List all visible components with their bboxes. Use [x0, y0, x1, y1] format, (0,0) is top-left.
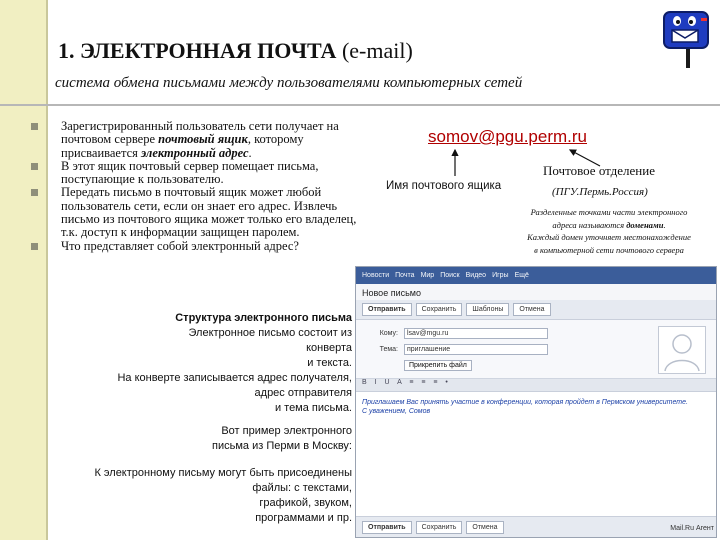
- structure-heading: Структура электронного письма: [175, 312, 352, 324]
- cancel-button[interactable]: Отмена: [513, 303, 551, 316]
- subject-row: Тема: приглашение: [364, 344, 548, 355]
- mailbox-name-label: Имя почтового ящика: [386, 180, 502, 192]
- body-line: С уважением, Сомов: [362, 408, 431, 415]
- title-divider: [0, 104, 720, 106]
- bullet-square: [31, 162, 38, 170]
- caption-line: адрес отправителя: [254, 387, 352, 399]
- save-button[interactable]: Сохранить: [415, 303, 463, 316]
- bullet-text: .: [248, 145, 252, 160]
- bullet-square: [31, 123, 38, 130]
- nav-link[interactable]: Новости: [362, 272, 389, 279]
- to-label: Кому:: [379, 330, 398, 337]
- caption-line: Электронное письмо состоит из: [188, 327, 353, 339]
- nav-link[interactable]: Мир: [421, 272, 435, 279]
- mail-agent-brand[interactable]: Mail.Ru Агент: [670, 525, 714, 532]
- bullet-text: Передать письмо в почтовый ящик может лю…: [61, 185, 357, 240]
- structure-caption: Структура электронного письма Электронно…: [60, 311, 352, 416]
- domains-line: Каждый домен уточняет местонахождение: [527, 232, 691, 242]
- compose-title: Новое письмо: [356, 284, 716, 300]
- term-email-address: электронный адрес: [141, 145, 249, 160]
- nav-link[interactable]: Видео: [466, 272, 486, 279]
- format-toolbar[interactable]: B I U A ≡ ≡ ≡ •: [356, 379, 716, 392]
- compose-footer: Отправить Сохранить Отмена Mail.Ru Агент: [356, 516, 716, 537]
- caption-line: файлы: с текстами,: [252, 482, 352, 494]
- bullet-item: Что представляет собой электронный адрес…: [28, 238, 373, 253]
- mail-window: Новости Почта Мир Поиск Видео Игры Ещё Н…: [355, 266, 717, 538]
- to-row: Кому: lsav@mgu.ru: [364, 328, 548, 339]
- bullet-item: Зарегистрированный пользователь сети пол…: [28, 119, 373, 160]
- term-domains: доменами: [626, 219, 664, 230]
- compose-toolbar: Отправить Сохранить Шаблоны Отмена: [356, 300, 716, 320]
- domains-explanation: Разделенные точками части электронного а…: [498, 206, 720, 256]
- subject-field[interactable]: приглашение: [404, 344, 548, 355]
- left-accent-line: [46, 0, 48, 540]
- bullet-item: Передать письмо в почтовый ящик может лю…: [28, 186, 373, 239]
- email-address-link[interactable]: somov@pgu.perm.ru: [428, 127, 587, 147]
- caption-line: и текста.: [307, 357, 352, 369]
- send-button-bottom[interactable]: Отправить: [362, 520, 412, 534]
- bullet-text: Что представляет собой электронный адрес…: [61, 238, 299, 253]
- domains-line: адреса называются доменами.: [498, 219, 720, 232]
- bullet-item: В этот ящик почтовый сервер помещает пис…: [28, 158, 373, 187]
- post-office-example: (ПГУ.Пермь.Россия): [552, 186, 648, 198]
- templates-button[interactable]: Шаблоны: [466, 303, 510, 316]
- to-field[interactable]: lsav@mgu.ru: [404, 328, 548, 339]
- domains-text: .: [663, 219, 666, 230]
- message-body[interactable]: Приглашаем Вас принять участие в конфере…: [356, 392, 716, 532]
- nav-link[interactable]: Игры: [492, 272, 509, 279]
- caption-line: письма из Перми в Москву:: [212, 440, 352, 452]
- caption-line: программами и пр.: [255, 512, 352, 524]
- caption-line: На конверте записывается адрес получател…: [117, 372, 352, 384]
- cancel-button-bottom[interactable]: Отмена: [466, 520, 504, 534]
- bullet-square: [31, 242, 38, 250]
- attach-file-button[interactable]: Прикрепить файл: [404, 360, 472, 371]
- bullet-text: В этот ящик почтовый сервер помещает пис…: [61, 158, 319, 187]
- domains-text: адреса называются: [552, 219, 627, 230]
- compose-form: Кому: lsav@mgu.ru Тема: приглашение Прик…: [356, 320, 716, 379]
- domains-line: в компьютерной сети почтового сервера: [534, 244, 684, 255]
- page-subtitle: система обмена письмами между пользовате…: [55, 75, 523, 91]
- attach-caption: К электронному письму могут быть присоед…: [60, 466, 352, 526]
- nav-link[interactable]: Поиск: [440, 272, 459, 279]
- term-mailbox: почтовый ящик: [158, 132, 248, 147]
- mail-top-nav: Новости Почта Мир Поиск Видео Игры Ещё: [356, 267, 716, 284]
- domains-line: Разделенные точками части электронного: [530, 207, 688, 217]
- post-office-label: Почтовое отделение: [543, 163, 655, 178]
- avatar-placeholder-icon: [658, 326, 706, 374]
- left-accent-bar: [0, 0, 48, 540]
- caption-line: графикой, звуком,: [259, 497, 352, 509]
- subject-label: Тема:: [379, 346, 398, 353]
- send-button[interactable]: Отправить: [362, 303, 412, 316]
- title-bold: 1. ЭЛЕКТРОННАЯ ПОЧТА: [58, 38, 337, 63]
- nav-link[interactable]: Почта: [395, 272, 414, 279]
- nav-link[interactable]: Ещё: [515, 272, 529, 279]
- mailbox-logo-icon: [663, 11, 709, 68]
- title-rest: (e-mail): [336, 38, 413, 63]
- bullet-list: Зарегистрированный пользователь сети пол…: [28, 119, 373, 253]
- bullet-square: [31, 189, 38, 197]
- attach-row: Прикрепить файл: [364, 360, 472, 371]
- example-caption: Вот пример электронного письма из Перми …: [60, 424, 352, 454]
- caption-line: и тема письма.: [274, 402, 352, 414]
- caption-line: конверта: [306, 342, 352, 354]
- save-button-bottom[interactable]: Сохранить: [415, 520, 463, 534]
- page-title: 1. ЭЛЕКТРОННАЯ ПОЧТА (e-mail): [58, 38, 413, 64]
- body-line: Приглашаем Вас принять участие в конфере…: [362, 399, 688, 406]
- caption-line: К электронному письму могут быть присоед…: [94, 467, 352, 479]
- caption-line: Вот пример электронного: [221, 425, 352, 437]
